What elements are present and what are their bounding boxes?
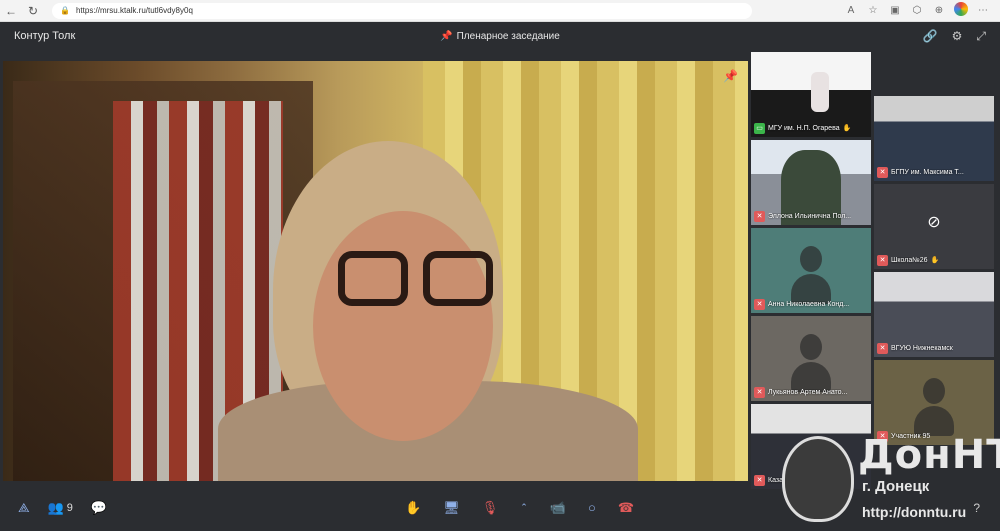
chevron-up-icon[interactable]: ⌃ xyxy=(520,502,528,513)
participant-tile[interactable]: ⊘ ✕ Школа№26 ✋ xyxy=(874,184,994,269)
mic-off-icon: ✕ xyxy=(877,430,888,442)
participant-tile[interactable]: ✕ ВГУЮ Нижнекамск xyxy=(874,272,994,357)
participant-name: Участник 95 xyxy=(891,432,931,440)
participant-tile[interactable]: ✕ БГПУ им. Максима Т... xyxy=(874,96,994,181)
split-screen-icon[interactable]: ▣ xyxy=(886,5,904,16)
hand-icon: ✋ xyxy=(930,257,940,264)
speaker-glasses xyxy=(338,251,408,306)
raise-hand-icon[interactable]: ✋ xyxy=(405,500,421,516)
participants-button[interactable]: 👥 9 xyxy=(48,500,73,516)
camera-off-icon: ⊘ xyxy=(927,214,941,231)
avatar-placeholder-icon xyxy=(791,334,831,394)
participant-tile[interactable]: ✕ Лукьянов Артем Анато... xyxy=(751,316,871,401)
participant-name: Анна Николаевна Конд... xyxy=(768,300,850,308)
participant-tile[interactable]: ✕ Участник 95 xyxy=(874,360,994,445)
extensions-icon[interactable]: ⬡ xyxy=(908,5,926,16)
participants-count: 9 xyxy=(66,501,73,514)
mic-off-icon: ✕ xyxy=(877,342,888,354)
pin-icon: 📌 xyxy=(440,30,453,42)
mic-off-icon: ✕ xyxy=(754,474,765,486)
bottom-toolbar: ⟁ 👥 9 💬 ✋ 🖥 🎙 ⌃ 📹 ○ ☎ ? xyxy=(0,490,1000,525)
avatar-placeholder-icon xyxy=(791,246,831,306)
apps-icon[interactable]: ⟁ xyxy=(18,500,30,516)
participant-name: МГУ им. Н.П. Огарева xyxy=(768,124,840,132)
participant-name: Лукьянов Артем Анато... xyxy=(768,388,848,396)
participant-name: Школа№26 xyxy=(891,256,928,264)
pin-video-icon[interactable]: 📌 xyxy=(723,69,738,83)
address-bar[interactable]: 🔒 https://mrsu.ktalk.ru/tutl6vdy8y0q xyxy=(52,2,752,19)
browser-toolbar: ← ↻ 🔒 https://mrsu.ktalk.ru/tutl6vdy8y0q… xyxy=(0,0,1000,22)
speaker-glasses xyxy=(423,251,493,306)
participant-name: ВГУЮ Нижнекамск xyxy=(891,344,953,352)
screen-share-icon[interactable]: 🖥 xyxy=(443,500,460,516)
back-icon[interactable]: ← xyxy=(0,0,22,22)
app-title: Контур Толк xyxy=(14,30,76,42)
conference-title: 📌 Пленарное заседание xyxy=(0,31,1000,42)
mic-off-icon: ✕ xyxy=(754,298,765,310)
fullscreen-icon[interactable]: ⤢ xyxy=(976,29,986,44)
speaker-face xyxy=(313,211,493,441)
participant-tile[interactable]: ✕ Анна Николаевна Конд... xyxy=(751,228,871,313)
participant-name: Казанский институт xyxy=(768,476,832,484)
mic-off-icon: ✕ xyxy=(754,386,765,398)
url-text: https://mrsu.ktalk.ru/tutl6vdy8y0q xyxy=(75,6,193,15)
main-speaker-video[interactable]: 📌 xyxy=(3,61,748,481)
participant-name: БГПУ им. Максима Т... xyxy=(891,168,964,176)
app-header: Контур Толк 📌 Пленарное заседание 🔗 ⚙ ⤢ xyxy=(0,22,1000,50)
chat-icon[interactable]: 💬 xyxy=(91,500,107,516)
participant-name: Эллона Ильинична Пол... xyxy=(768,212,852,220)
hand-icon: ✋ xyxy=(842,125,852,132)
participant-tile[interactable]: ✕ Эллона Ильинична Пол... xyxy=(751,140,871,225)
help-icon[interactable]: ? xyxy=(973,501,980,515)
profile-icon[interactable] xyxy=(952,2,970,19)
participant-tile[interactable]: ▭ МГУ им. Н.П. Огарева ✋ xyxy=(751,52,871,137)
avatar-placeholder-icon xyxy=(914,378,954,438)
reload-icon[interactable]: ↻ xyxy=(22,0,44,22)
favorite-icon[interactable]: ☆ xyxy=(864,5,882,16)
more-icon[interactable]: ⋯ xyxy=(974,5,992,16)
settings-icon[interactable]: ⚙ xyxy=(952,29,963,44)
participant-tile[interactable]: ✕ Казанский институт xyxy=(751,404,871,489)
camera-on-icon: ▭ xyxy=(754,122,765,134)
mic-off-icon: ✕ xyxy=(877,166,888,178)
mic-off-icon: ✕ xyxy=(877,254,888,266)
mic-toggle-icon[interactable]: 🎙 xyxy=(482,500,499,516)
collections-icon[interactable]: ⊕ xyxy=(930,5,948,16)
camera-toggle-icon[interactable]: 📹 xyxy=(550,500,566,516)
conference-title-text: Пленарное заседание xyxy=(456,30,560,42)
read-aloud-icon[interactable]: A xyxy=(842,5,860,16)
hang-up-icon[interactable]: ☎ xyxy=(618,500,634,516)
record-icon[interactable]: ○ xyxy=(588,500,596,515)
people-icon: 👥 xyxy=(47,499,64,515)
mic-off-icon: ✕ xyxy=(754,210,765,222)
link-icon[interactable]: 🔗 xyxy=(923,29,938,44)
lock-icon: 🔒 xyxy=(60,6,70,15)
